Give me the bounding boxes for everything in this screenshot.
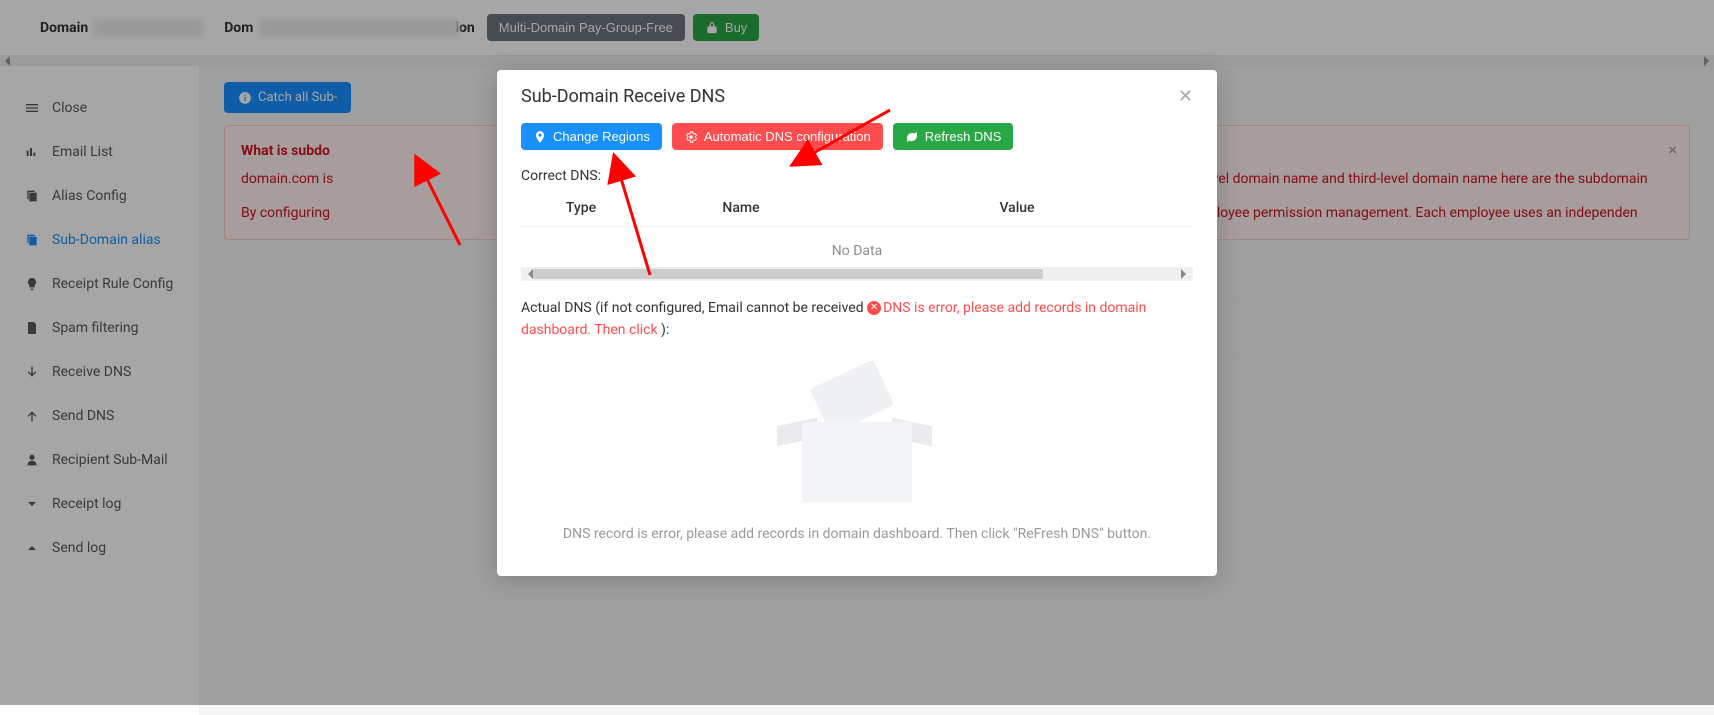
- empty-box-illustration: [777, 372, 937, 512]
- col-name: Name: [641, 200, 841, 216]
- change-regions-button[interactable]: Change Regions: [521, 123, 662, 150]
- empty-message: DNS record is error, please add records …: [521, 526, 1193, 542]
- refresh-dns-button[interactable]: Refresh DNS: [893, 123, 1014, 150]
- actual-dns-text: Actual DNS (if not configured, Email can…: [521, 297, 1193, 342]
- table-hscroll[interactable]: [521, 267, 1193, 281]
- auto-dns-label: Automatic DNS configuration: [704, 129, 871, 144]
- auto-dns-config-button[interactable]: Automatic DNS configuration: [672, 123, 883, 150]
- modal-title: Sub-Domain Receive DNS: [521, 86, 725, 107]
- refresh-icon: [905, 130, 919, 144]
- correct-dns-label: Correct DNS:: [521, 168, 1193, 184]
- gear-icon: [684, 130, 698, 144]
- change-regions-label: Change Regions: [553, 129, 650, 144]
- empty-state: DNS record is error, please add records …: [521, 342, 1193, 552]
- refresh-dns-label: Refresh DNS: [925, 129, 1002, 144]
- nodata-text: No Data: [521, 227, 1193, 263]
- dns-modal: Sub-Domain Receive DNS ✕ Change Regions …: [497, 70, 1217, 576]
- error-icon: ✕: [867, 301, 881, 315]
- modal-close-button[interactable]: ✕: [1178, 86, 1193, 107]
- col-type: Type: [521, 200, 641, 216]
- location-icon: [533, 130, 547, 144]
- col-value: Value: [841, 200, 1193, 216]
- correct-dns-table: Type Name Value No Data: [521, 190, 1193, 281]
